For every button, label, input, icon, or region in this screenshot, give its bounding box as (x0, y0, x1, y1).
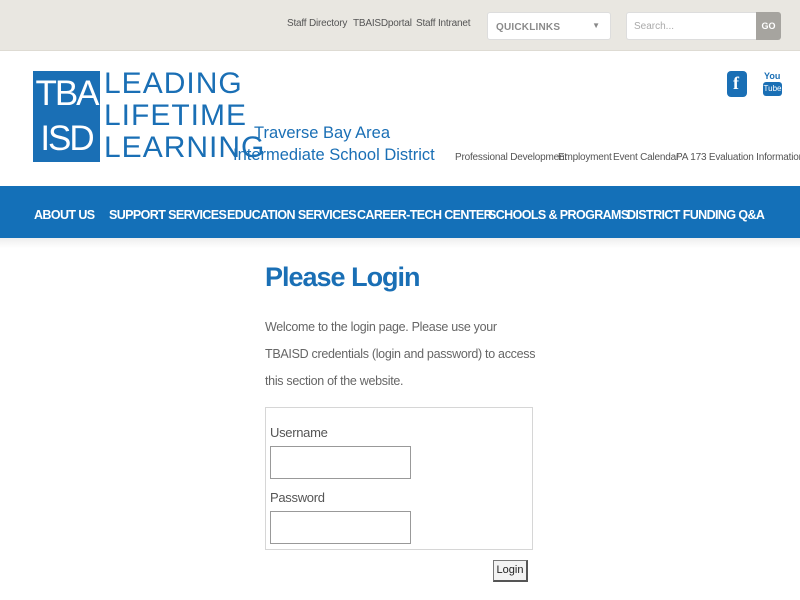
logo-box-line: ISD (40, 119, 94, 158)
top-utility-bar: Staff Directory TBAISDportal Staff Intra… (0, 0, 800, 51)
quicklinks-label: QUICKLINKS (496, 22, 561, 33)
nav-event-calendar[interactable]: Event Calendar (613, 152, 679, 163)
quicklinks-dropdown[interactable]: QUICKLINKS ▼ (487, 12, 611, 40)
password-label: Password (270, 490, 325, 505)
search-input[interactable] (626, 12, 756, 40)
nav-schools-programs[interactable]: SCHOOLS & PROGRAMS (488, 208, 629, 222)
chevron-down-icon: ▼ (592, 21, 600, 30)
nav-employment[interactable]: Employment (558, 152, 612, 163)
password-field[interactable] (270, 511, 411, 544)
nav-education-services[interactable]: EDUCATION SERVICES (227, 208, 357, 222)
staff-directory-link[interactable]: Staff Directory (287, 18, 347, 29)
staff-intranet-link[interactable]: Staff Intranet (416, 18, 470, 29)
nav-pa173-evaluation[interactable]: PA 173 Evaluation Information (676, 152, 800, 163)
nav-about-us[interactable]: ABOUT US (34, 208, 95, 222)
username-field[interactable] (270, 446, 411, 479)
district-name-line: Traverse Bay Area (253, 124, 391, 142)
nav-district-funding-qa[interactable]: DISTRICT FUNDING Q&A (627, 208, 765, 222)
tbaisd-portal-link[interactable]: TBAISDportal (353, 18, 412, 29)
nav-support-services[interactable]: SUPPORT SERVICES (109, 208, 227, 222)
youtube-bottom-text: Tube (763, 82, 782, 96)
main-navigation: ABOUT US SUPPORT SERVICES EDUCATION SERV… (0, 186, 800, 238)
youtube-top-text: You (764, 71, 781, 81)
search-go-button[interactable]: GO (756, 12, 781, 40)
logo-box-line: TBA (35, 74, 99, 113)
login-intro-text: Welcome to the login page. Please use yo… (265, 320, 536, 388)
district-name: Traverse Bay Area Intermediate School Di… (233, 122, 435, 166)
tbaisd-logo-mark[interactable]: TBA ISD (33, 71, 100, 162)
username-label: Username (270, 425, 328, 440)
facebook-glyph: f (733, 73, 739, 93)
page-title: Please Login (265, 262, 421, 292)
nav-shadow (0, 238, 800, 248)
facebook-icon[interactable]: f (727, 71, 747, 97)
nav-career-tech-center[interactable]: CAREER-TECH CENTER (357, 208, 493, 222)
youtube-icon[interactable]: You Tube (762, 71, 782, 97)
logo-word: LEADING (104, 67, 243, 100)
login-button[interactable]: Login (493, 560, 528, 582)
district-name-line: Intermediate School District (233, 146, 435, 164)
nav-professional-development[interactable]: Professional Development (455, 152, 567, 163)
